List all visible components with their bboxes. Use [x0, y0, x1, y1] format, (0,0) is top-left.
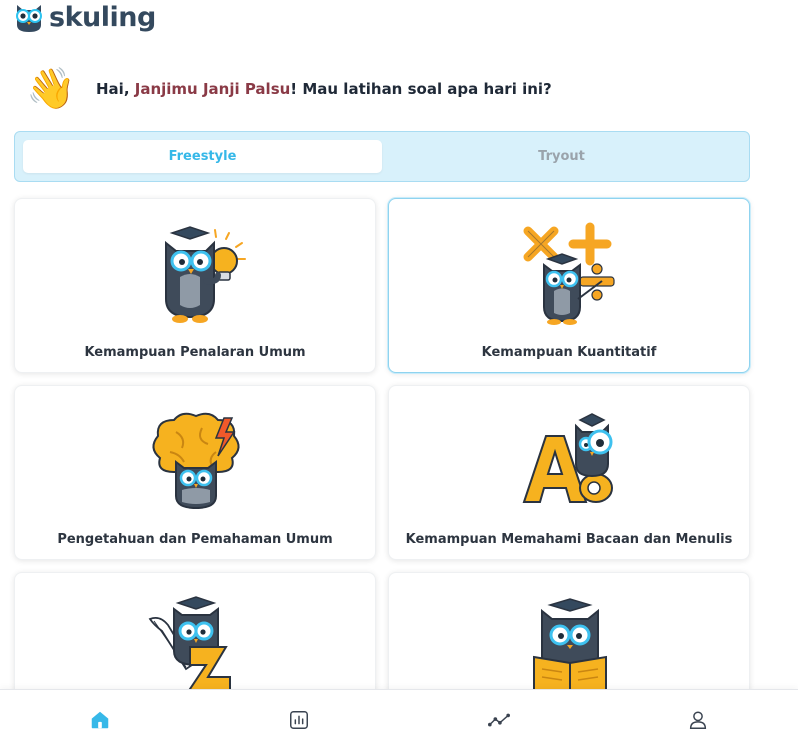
greeting: 👋 Hai, Janjimu Janji Palsu! Mau latihan … — [26, 64, 552, 114]
owl-reading-book-icon — [533, 598, 607, 699]
user-name: Janjimu Janji Palsu — [134, 80, 291, 98]
subject-card-pengetahuan-umum[interactable]: Pengetahuan dan Pemahaman Umum — [14, 385, 376, 560]
greeting-text: Hai, Janjimu Janji Palsu! Mau latihan so… — [96, 80, 552, 98]
logo-text: skuling — [49, 1, 156, 33]
user-icon — [690, 710, 707, 729]
card-label: Kemampuan Penalaran Umum — [84, 345, 306, 360]
app-logo[interactable]: skuling — [12, 0, 156, 34]
owl-lightbulb-icon — [165, 226, 246, 323]
greeting-prefix: Hai, — [96, 80, 135, 98]
bar-chart-icon — [290, 710, 309, 729]
owl-quill-scroll-icon — [148, 596, 231, 696]
nav-profile[interactable] — [599, 690, 798, 749]
card-label: Kemampuan Kuantitatif — [481, 345, 657, 360]
subject-card-penalaran-umum[interactable]: Kemampuan Penalaran Umum — [14, 198, 376, 373]
subject-card-bacaan-menulis[interactable]: Kemampuan Memahami Bacaan dan Menulis — [388, 385, 750, 560]
card-label: Pengetahuan dan Pemahaman Umum — [57, 532, 333, 547]
trend-line-icon — [487, 713, 510, 726]
nav-home[interactable] — [0, 690, 200, 749]
tab-tryout[interactable]: Tryout — [382, 140, 741, 173]
owl-math-symbols-icon — [523, 222, 615, 325]
owl-magnifier-letters-icon — [522, 413, 613, 503]
owl-logo-icon — [16, 5, 42, 32]
tab-freestyle[interactable]: Freestyle — [23, 140, 382, 173]
home-icon — [91, 711, 108, 728]
nav-progress[interactable] — [399, 690, 599, 749]
subject-card-kuantitatif[interactable]: Kemampuan Kuantitatif — [388, 198, 750, 373]
owl-brain-icon — [152, 412, 240, 510]
greeting-suffix: ! Mau latihan soal apa hari ini? — [290, 80, 552, 98]
nav-stats[interactable] — [200, 690, 400, 749]
waving-hand-icon: 👋 — [26, 66, 76, 112]
mode-tabs: Freestyle Tryout — [14, 131, 750, 182]
card-label: Kemampuan Memahami Bacaan dan Menulis — [405, 532, 733, 547]
bottom-nav — [0, 689, 798, 749]
